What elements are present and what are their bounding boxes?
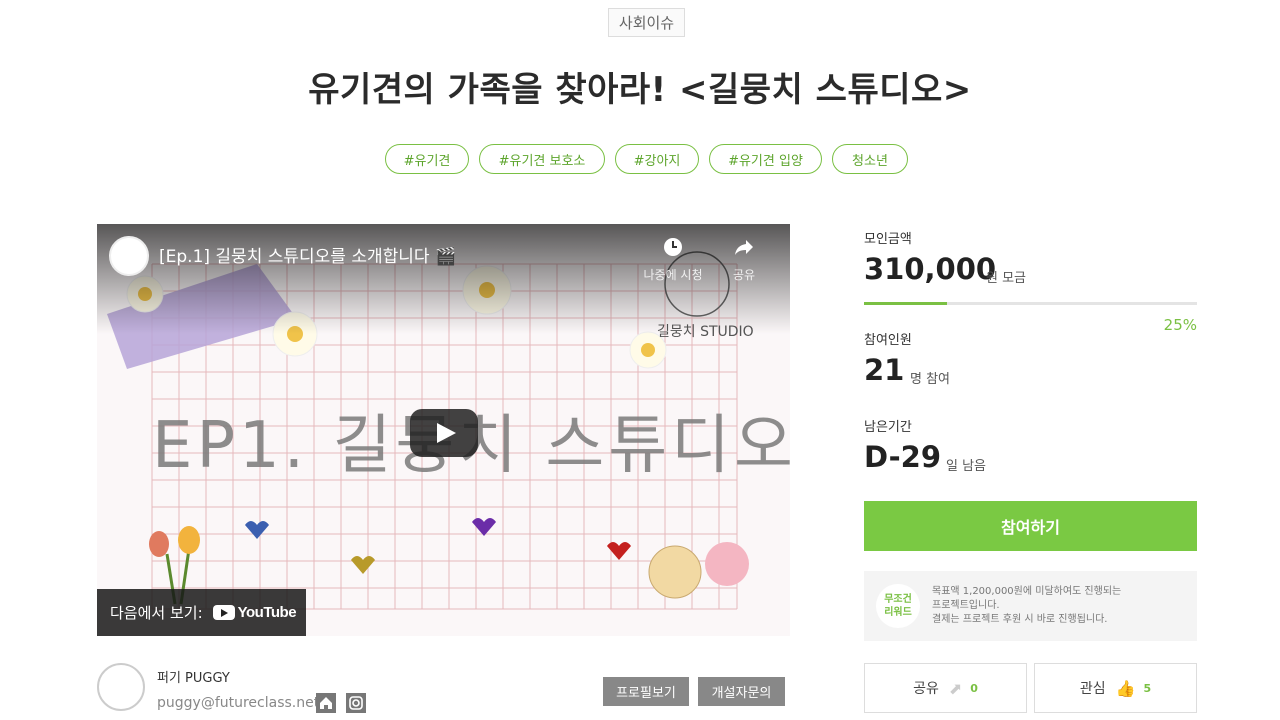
contact-creator-button[interactable]: 개설자문의 xyxy=(698,677,785,706)
video-title[interactable]: [Ep.1] 길뭉치 스튜디오를 소개합니다 🎬 xyxy=(159,242,456,267)
tag-item[interactable]: 청소년 xyxy=(832,144,908,174)
interest-button[interactable]: 관심 👍 5 xyxy=(1034,663,1197,713)
amount-value: 310,000 xyxy=(864,252,997,286)
video-share-button[interactable]: 공유 xyxy=(717,236,771,283)
remaining-value: D-29 xyxy=(864,440,942,474)
notice-line: 목표액 1,200,000원에 미달하여도 진행되는 xyxy=(932,586,1122,597)
play-button[interactable] xyxy=(410,409,478,457)
remaining-unit: 일 남음 xyxy=(946,459,987,474)
share-count: 0 xyxy=(970,681,978,695)
home-icon[interactable] xyxy=(316,693,336,713)
tag-item[interactable]: #유기견 보호소 xyxy=(479,144,605,174)
profile-button[interactable]: 프로필보기 xyxy=(603,677,689,706)
youtube-icon xyxy=(212,605,235,620)
thumbs-up-icon: 👍 xyxy=(1115,678,1136,698)
video-player[interactable]: EP1. 길뭉치 스튜디오 길뭉치 STUDIO [Ep.1] 길뭉치 스튜디오… xyxy=(97,224,790,636)
category-badge[interactable]: 사회이슈 xyxy=(608,8,685,37)
tag-item[interactable]: #유기견 xyxy=(385,144,469,174)
watch-on-label: 다음에서 보기: xyxy=(110,604,203,622)
share-label: 공유 xyxy=(913,681,939,697)
progress-percent: 25% xyxy=(1163,316,1197,334)
funding-progress-fill xyxy=(864,302,948,305)
funding-progress-bar xyxy=(864,302,1197,305)
notice-text: 목표액 1,200,000원에 미달하여도 진행되는 프로젝트입니다. 결제는 … xyxy=(932,585,1121,627)
reward-badge-line2: 리워드 xyxy=(884,607,912,618)
interest-label: 관심 xyxy=(1079,681,1106,697)
video-share-label: 공유 xyxy=(732,268,756,282)
reward-badge: 무조건 리워드 xyxy=(876,584,920,628)
interest-count: 5 xyxy=(1143,681,1152,695)
youtube-label: YouTube xyxy=(237,604,297,621)
youtube-logo: YouTube xyxy=(212,604,297,621)
watch-later-button[interactable]: 나중에 시청 xyxy=(643,236,703,283)
instagram-icon[interactable] xyxy=(346,693,366,713)
participants-label: 참여인원 xyxy=(864,333,912,348)
share-icon: ⬈ xyxy=(948,678,963,698)
author-email: puggy@futureclass.net xyxy=(157,695,320,711)
tag-list: #유기견 #유기견 보호소 #강아지 #유기견 입양 청소년 xyxy=(0,144,1280,174)
project-page: 사회이슈 유기견의 가족을 찾아라! <길뭉치 스튜디오> #유기견 #유기견 … xyxy=(0,0,1280,720)
join-button[interactable]: 참여하기 xyxy=(864,501,1197,551)
tag-item[interactable]: #유기견 입양 xyxy=(709,144,822,174)
watch-later-label: 나중에 시청 xyxy=(643,268,703,282)
remaining-label: 남은기간 xyxy=(864,420,912,435)
notice-line: 프로젝트입니다. xyxy=(932,600,1000,611)
author-name: 퍼기 PUGGY xyxy=(157,671,230,686)
share-arrow-icon xyxy=(735,240,753,255)
tag-item[interactable]: #강아지 xyxy=(615,144,699,174)
share-button[interactable]: 공유 ⬈ 0 xyxy=(864,663,1027,713)
page-title: 유기견의 가족을 찾아라! <길뭉치 스튜디오> xyxy=(308,70,972,110)
participants-value: 21 xyxy=(864,353,905,387)
amount-unit: 원 모금 xyxy=(986,271,1027,286)
reward-badge-line1: 무조건 xyxy=(884,594,912,605)
channel-avatar[interactable] xyxy=(109,236,149,276)
amount-label: 모인금액 xyxy=(864,232,912,247)
watch-on-youtube-button[interactable]: 다음에서 보기: YouTube xyxy=(97,589,306,636)
author-avatar[interactable] xyxy=(97,663,145,711)
clock-icon xyxy=(664,238,682,256)
participants-unit: 명 참여 xyxy=(910,372,951,387)
reward-notice: 무조건 리워드 목표액 1,200,000원에 미달하여도 진행되는 프로젝트입… xyxy=(864,571,1197,641)
notice-line: 결제는 프로젝트 후원 시 바로 진행됩니다. xyxy=(932,614,1108,625)
